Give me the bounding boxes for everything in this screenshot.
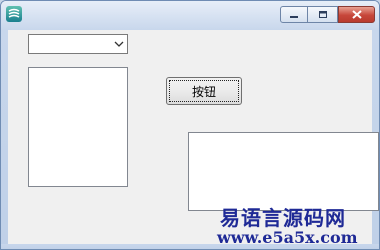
action-button[interactable]: 按钮: [166, 77, 242, 105]
chevron-down-icon[interactable]: [114, 41, 124, 48]
close-button[interactable]: [338, 6, 375, 23]
main-window: 按钮 易语言源码网 www.e5a5x.com: [0, 0, 380, 250]
maximize-button[interactable]: [308, 6, 338, 23]
maximize-icon: [318, 11, 327, 18]
app-logo-icon[interactable]: [6, 6, 22, 22]
combo-box[interactable]: [28, 34, 128, 54]
close-icon: [351, 10, 362, 19]
watermark-title: 易语言源码网: [220, 206, 346, 230]
text-box[interactable]: [188, 132, 379, 211]
minimize-icon: [290, 16, 298, 18]
list-box[interactable]: [28, 67, 128, 187]
site-watermark: 易语言源码网 www.e5a5x.com: [200, 202, 379, 249]
window-frame-left: [1, 30, 8, 249]
watermark-url: www.e5a5x.com: [217, 228, 358, 247]
minimize-button[interactable]: [280, 6, 308, 23]
title-bar[interactable]: [1, 1, 379, 30]
focus-rectangle: [169, 80, 239, 102]
